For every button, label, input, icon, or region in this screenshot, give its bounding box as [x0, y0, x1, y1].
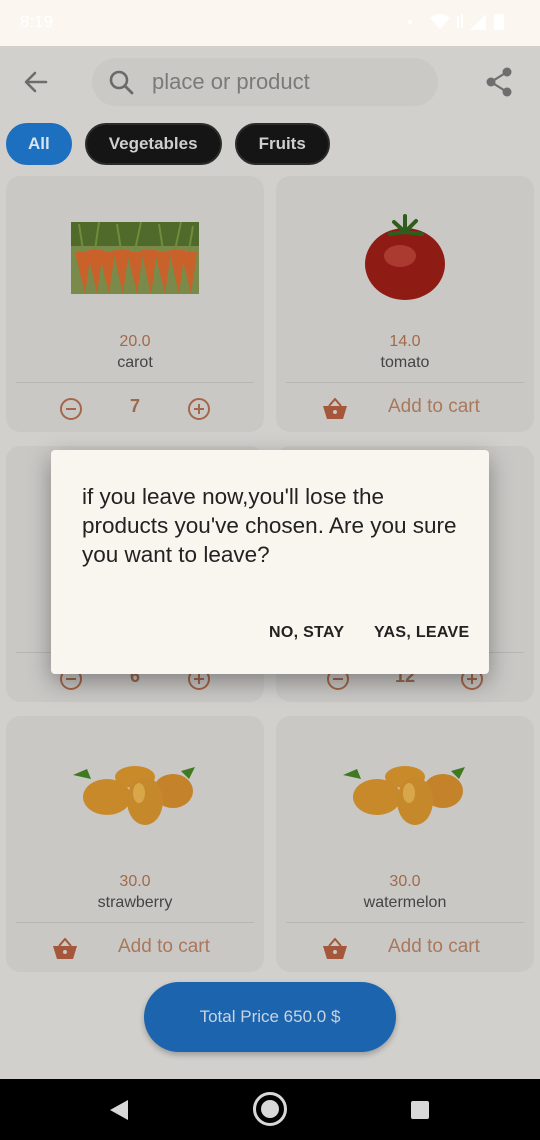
- leave-confirmation-dialog: if you leave now,you'll lose the product…: [51, 450, 489, 674]
- filter-vegetables[interactable]: Vegetables: [84, 123, 222, 165]
- quantity-stepper: 7: [6, 386, 264, 430]
- back-arrow-icon[interactable]: [18, 64, 54, 100]
- product-name: carot: [117, 354, 153, 371]
- product-name: strawberry: [97, 894, 173, 911]
- add-to-cart-button[interactable]: Add to cart: [276, 386, 534, 430]
- product-card-tomato[interactable]: 14.0 tomato Add to cart: [276, 176, 534, 432]
- search-input[interactable]: [152, 58, 422, 106]
- nav-back-icon[interactable]: [108, 1098, 130, 1122]
- divider: [286, 382, 524, 383]
- nav-home-icon[interactable]: [252, 1091, 288, 1127]
- add-to-cart-label: Add to cart: [118, 936, 210, 957]
- basket-icon: [323, 938, 347, 959]
- status-bar: 8:19: [0, 0, 540, 46]
- product-price: 20.0: [119, 333, 151, 350]
- product-price: 30.0: [389, 873, 421, 890]
- product-card-watermelon[interactable]: 30.0 watermelon Add to cart: [276, 716, 534, 972]
- add-to-cart-label: Add to cart: [388, 936, 480, 957]
- divider: [286, 922, 524, 923]
- add-to-cart-label: Add to cart: [388, 396, 480, 417]
- filter-all[interactable]: All: [6, 123, 72, 165]
- product-price: 30.0: [119, 873, 151, 890]
- status-time: 8:19: [20, 12, 54, 31]
- top-bar: [0, 46, 540, 118]
- divider: [16, 922, 254, 923]
- basket-icon: [323, 398, 347, 419]
- divider: [16, 382, 254, 383]
- add-to-cart-button[interactable]: Add to cart: [276, 926, 534, 970]
- status-icons: [370, 12, 520, 37]
- dialog-message: if you leave now,you'll lose the product…: [82, 484, 457, 567]
- share-icon[interactable]: [484, 66, 514, 98]
- nav-recents-icon[interactable]: [410, 1100, 430, 1120]
- minus-circle-icon[interactable]: [59, 397, 83, 421]
- leave-button[interactable]: YAS, LEAVE: [374, 624, 469, 642]
- mango-image: [6, 738, 264, 858]
- stay-button[interactable]: NO, STAY: [269, 624, 344, 642]
- mango-image: [276, 738, 534, 858]
- product-card-strawberry[interactable]: 30.0 strawberry Add to cart: [6, 716, 264, 972]
- filter-fruits[interactable]: Fruits: [234, 123, 330, 165]
- plus-circle-icon[interactable]: [187, 397, 211, 421]
- system-nav-bar: [0, 1079, 540, 1140]
- total-price-button[interactable]: Total Price 650.0 $: [144, 982, 396, 1052]
- add-to-cart-button[interactable]: Add to cart: [6, 926, 264, 970]
- product-price: 14.0: [389, 333, 421, 350]
- tomato-image: [276, 198, 534, 318]
- product-card-carrot[interactable]: 20.0 carot 7: [6, 176, 264, 432]
- product-name: tomato: [380, 354, 430, 371]
- category-filters: All Vegetables Fruits: [6, 123, 330, 165]
- quantity-value: 7: [129, 396, 140, 416]
- product-name: watermelon: [363, 894, 447, 911]
- search-icon: [109, 70, 134, 95]
- basket-icon: [53, 938, 77, 959]
- carrot-image: [6, 198, 264, 318]
- search-bar[interactable]: [92, 58, 438, 106]
